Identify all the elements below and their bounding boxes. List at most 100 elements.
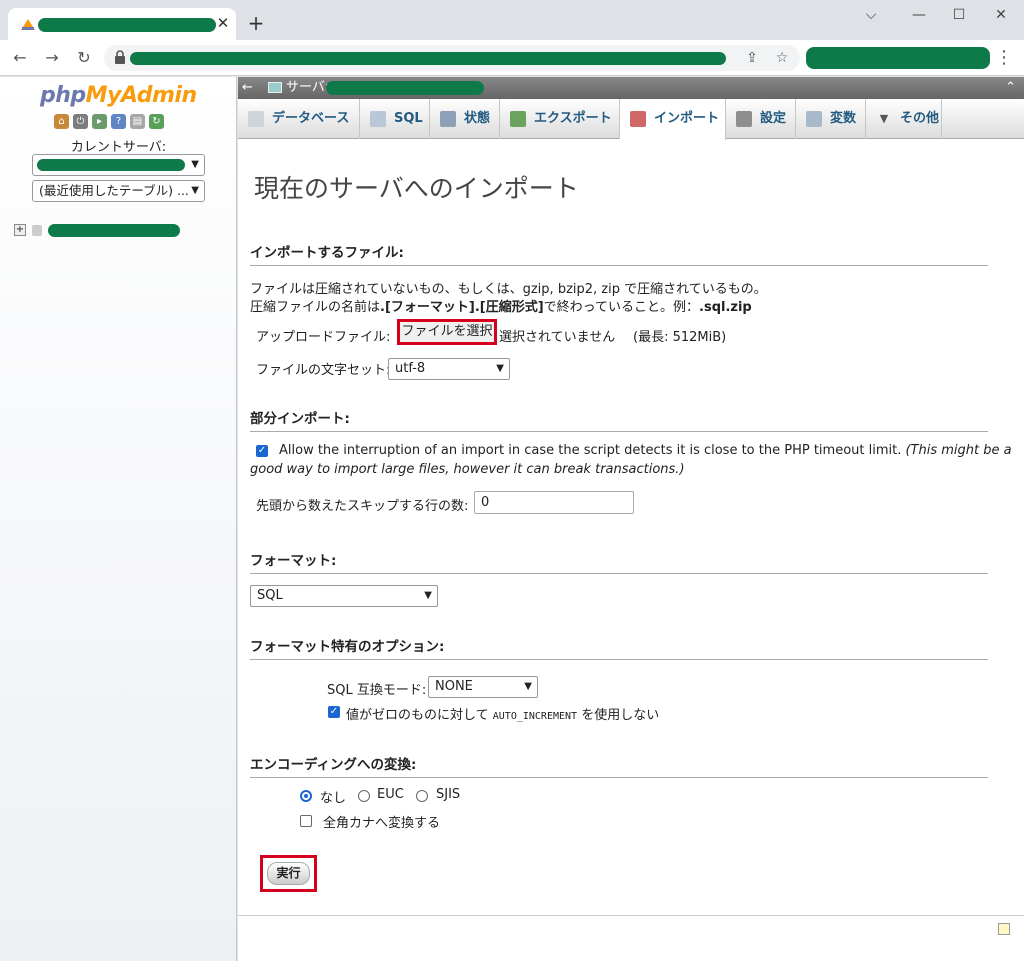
encoding-none-label: なし — [320, 791, 347, 806]
maximize-icon[interactable]: ☐ — [944, 4, 974, 26]
redacted-url — [130, 52, 726, 65]
no-auto-increment-label: 値がゼロのものに対して AUTO_INCREMENT を使用しない — [346, 708, 660, 723]
database-icon — [32, 225, 42, 236]
encoding-sjis-label: SJIS — [436, 787, 461, 802]
tab-settings[interactable]: 設定 — [726, 99, 796, 139]
encoding-none-radio[interactable] — [300, 790, 312, 802]
encoding-sjis-radio[interactable] — [416, 790, 428, 802]
compat-mode-select[interactable]: NONE ▼ — [428, 676, 538, 698]
window-close-icon[interactable]: ✕ — [986, 4, 1016, 26]
back-icon[interactable]: ← — [8, 47, 32, 69]
tab-databases[interactable]: データベース — [238, 99, 360, 139]
encoding-euc-label: EUC — [377, 787, 404, 802]
phpmyadmin-logo[interactable]: phpMyAdmin — [40, 83, 197, 108]
lock-icon — [115, 50, 125, 64]
allow-interrupt-note: good way to import large files, however … — [250, 462, 685, 477]
go-button[interactable]: 実行 — [267, 862, 310, 885]
tab-variables[interactable]: 変数 — [796, 99, 866, 139]
charset-select[interactable]: utf-8 ▼ — [388, 358, 510, 380]
reload-nav-icon[interactable]: ↻ — [149, 114, 164, 129]
format-select[interactable]: SQL ▼ — [250, 585, 438, 607]
sql-docs-icon[interactable]: ▤ — [130, 114, 145, 129]
tab-export[interactable]: エクスポート — [500, 99, 620, 139]
no-file-text: 選択されていません — [499, 330, 616, 345]
status-icon — [440, 111, 456, 127]
go-button-highlight: 実行 — [260, 855, 317, 892]
charset-label: ファイルの文字セット: — [256, 363, 391, 378]
footer-divider — [238, 915, 1024, 916]
variables-icon — [806, 111, 822, 127]
encoding-section-heading: エンコーディングへの変換: — [250, 753, 988, 778]
tab-import[interactable]: インポート — [620, 99, 726, 140]
compat-mode-label: SQL 互換モード: — [327, 683, 427, 698]
server-label[interactable]: サーバ: — [286, 77, 329, 99]
skip-rows-input[interactable]: 0 — [474, 491, 634, 514]
nav-icon-bar: ⌂ ⏻ ▸ ? ▤ ↻ — [54, 114, 164, 130]
kana-convert-label: 全角カナへ変換する — [323, 816, 441, 831]
format-section-heading: フォーマット: — [250, 549, 988, 574]
partial-section-heading: 部分インポート: — [250, 407, 988, 432]
database-icon — [248, 111, 264, 127]
redacted-server-breadcrumb[interactable] — [326, 81, 484, 95]
home-icon[interactable]: ⌂ — [54, 114, 69, 129]
collapse-icon[interactable]: ⌃ — [1005, 77, 1016, 99]
allow-interrupt-checkbox[interactable]: ✓ — [256, 445, 268, 457]
server-select[interactable]: ▼ — [32, 154, 205, 176]
phpmyadmin-favicon-icon — [21, 19, 35, 30]
options-section-heading: フォーマット特有のオプション: — [250, 635, 988, 660]
address-bar: ← → ↻ ⇪ ☆ ⋮ — [0, 40, 1024, 76]
back-arrow-icon[interactable]: ← — [242, 77, 256, 99]
chevron-down-icon: ▼ — [424, 590, 432, 601]
tab-sql[interactable]: SQL — [360, 99, 430, 139]
redacted-server-name — [37, 159, 185, 171]
expand-plus-icon[interactable]: + — [14, 224, 26, 236]
logout-icon[interactable]: ⏻ — [73, 114, 88, 129]
chevron-down-icon: ▼ — [191, 159, 199, 170]
redacted-tab-title — [38, 18, 216, 32]
reload-icon[interactable]: ↻ — [72, 47, 96, 69]
kana-convert-checkbox[interactable] — [300, 815, 312, 827]
redacted-profile[interactable] — [806, 47, 990, 69]
console-icon[interactable] — [998, 923, 1010, 935]
encoding-euc-radio[interactable] — [358, 790, 370, 802]
main-panel: ← サーバ: ⌃ データベース SQL 状態 エクスポート インポート 設定 変… — [238, 77, 1024, 961]
server-breadcrumb-bar: ← サーバ: ⌃ — [238, 77, 1024, 99]
file-section-heading: インポートするファイル: — [250, 241, 988, 266]
max-size-text: (最長: 512MiB) — [633, 330, 727, 345]
main-tabs: データベース SQL 状態 エクスポート インポート 設定 変数 ▼ その他 — [238, 99, 1024, 140]
file-desc-1: ファイルは圧縮されていないもの、もしくは、gzip, bzip2, zip で圧… — [250, 282, 767, 297]
tab-search-icon[interactable]: ⌵ — [856, 4, 886, 26]
pma-navigation-panel: phpMyAdmin ⌂ ⏻ ▸ ? ▤ ↻ カレントサーバ: ▼ (最近使用し… — [0, 77, 237, 961]
recent-tables-select[interactable]: (最近使用したテーブル) ... ▼ — [32, 180, 205, 202]
close-tab-icon[interactable]: ✕ — [213, 13, 233, 33]
new-tab-button[interactable]: + — [244, 12, 268, 36]
tab-status[interactable]: 状態 — [430, 99, 500, 139]
skip-rows-label: 先頭から数えたスキップする行の数: — [256, 499, 469, 514]
caret-down-icon: ▼ — [879, 112, 889, 125]
chevron-down-icon: ▼ — [191, 185, 199, 196]
minimize-icon[interactable]: — — [904, 4, 934, 26]
upload-label: アップロードファイル: — [256, 330, 391, 345]
forward-icon[interactable]: → — [40, 47, 64, 69]
browser-tab[interactable]: ✕ — [8, 8, 236, 40]
url-omnibox[interactable]: ⇪ ☆ — [104, 45, 800, 71]
chevron-down-icon: ▼ — [524, 681, 532, 692]
share-icon[interactable]: ⇪ — [742, 48, 762, 68]
import-icon — [630, 111, 646, 127]
file-desc-2: 圧縮ファイルの名前は.[フォーマット].[圧縮形式]で終わっていること。例：.s… — [250, 300, 752, 315]
redacted-database-name[interactable] — [48, 224, 180, 237]
query-window-icon[interactable]: ▸ — [92, 114, 107, 129]
docs-icon[interactable]: ? — [111, 114, 126, 129]
no-auto-increment-checkbox[interactable]: ✓ — [328, 706, 340, 718]
tab-more[interactable]: ▼ その他 — [866, 99, 942, 139]
choose-file-button[interactable]: ファイルを選択 — [397, 319, 497, 345]
wrench-icon — [736, 111, 752, 127]
server-icon — [268, 82, 282, 93]
chevron-down-icon: ▼ — [496, 363, 504, 374]
allow-interrupt-label: Allow the interruption of an import in c… — [279, 443, 1012, 458]
bookmark-star-icon[interactable]: ☆ — [772, 48, 792, 68]
browser-menu-icon[interactable]: ⋮ — [994, 47, 1014, 69]
page-title: 現在のサーバへのインポート — [254, 174, 579, 203]
current-server-label: カレントサーバ: — [70, 140, 167, 155]
export-icon — [510, 111, 526, 127]
